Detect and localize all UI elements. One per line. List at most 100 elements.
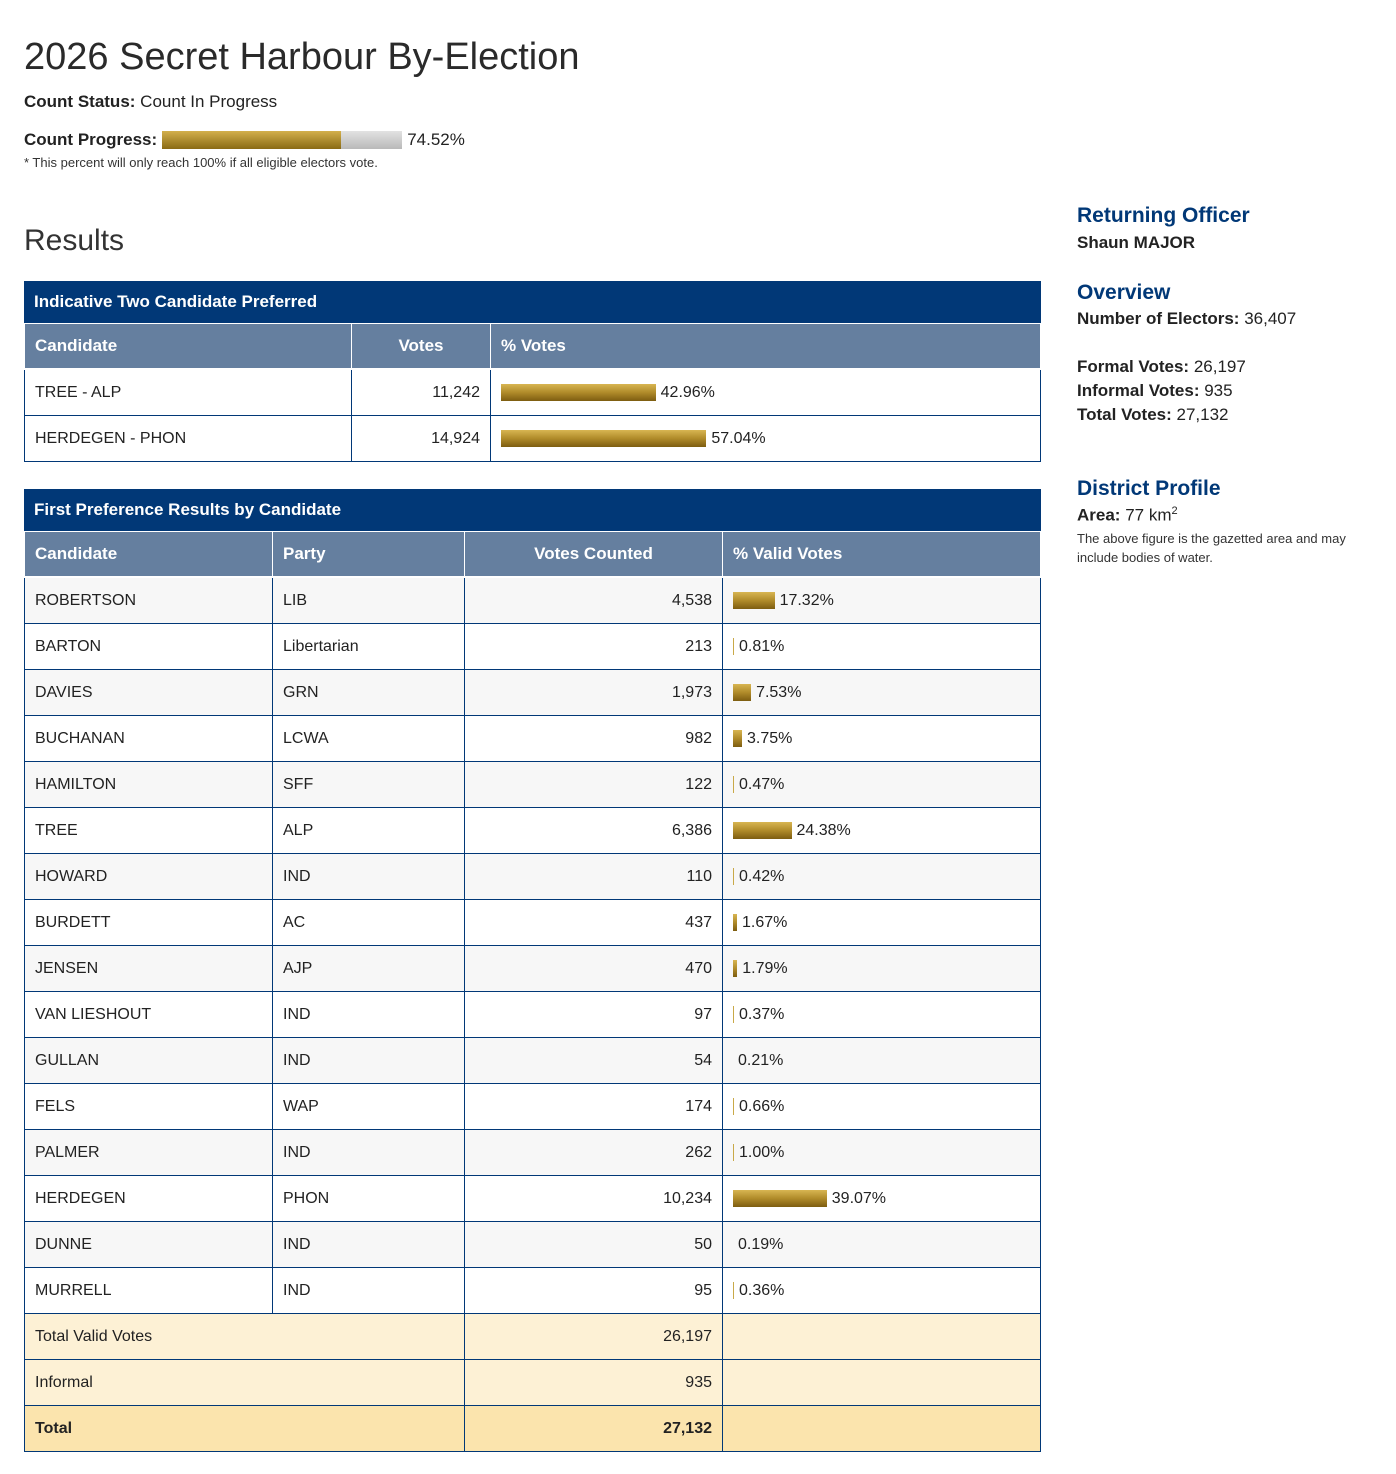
pct-bar-wrap: 3.75% xyxy=(733,730,1030,748)
count-progress-text: 74.52% xyxy=(407,130,465,149)
fp-party: AJP xyxy=(272,945,465,992)
fp-total-row: Informal 935 xyxy=(24,1359,1041,1406)
pct-bar-wrap: 17.32% xyxy=(733,592,1030,610)
informal-value: 935 xyxy=(1204,381,1233,400)
fp-votes: 10,234 xyxy=(464,1175,723,1222)
pct-bar xyxy=(733,1006,734,1023)
fp-pct: 0.36% xyxy=(722,1267,1041,1314)
fp-votes: 470 xyxy=(464,945,723,992)
fp-header-votes: Votes Counted xyxy=(464,531,723,578)
fp-votes: 50 xyxy=(464,1221,723,1268)
tcp-header-candidate: Candidate xyxy=(24,323,352,370)
pct-bar-wrap: 0.81% xyxy=(733,638,1030,656)
fp-candidate: FELS xyxy=(24,1083,273,1130)
fp-votes: 1,973 xyxy=(464,669,723,716)
area-label: Area: xyxy=(1077,505,1121,525)
fp-party: SFF xyxy=(272,761,465,808)
pct-bar-wrap: 1.67% xyxy=(733,914,1030,932)
pct-text: 17.32% xyxy=(779,591,834,609)
count-progress-fill xyxy=(162,131,342,149)
fp-votes: 97 xyxy=(464,991,723,1038)
fp-pct: 0.37% xyxy=(722,991,1041,1038)
fp-party: IND xyxy=(272,1129,465,1176)
pct-bar-wrap: 0.37% xyxy=(733,1006,1030,1024)
tcp-header-pct: % Votes xyxy=(490,323,1041,370)
fp-votes: 122 xyxy=(464,761,723,808)
pct-bar-wrap: 7.53% xyxy=(733,684,1030,702)
fp-party: IND xyxy=(272,853,465,900)
fp-total-empty xyxy=(722,1359,1041,1406)
tcp-candidate: TREE - ALP xyxy=(24,368,352,416)
tcp-candidate: HERDEGEN - PHON xyxy=(24,415,352,462)
fp-party: IND xyxy=(272,1221,465,1268)
pct-bar xyxy=(733,776,734,793)
fp-candidate: DAVIES xyxy=(24,669,273,716)
formal-line: Formal Votes: 26,197 xyxy=(1077,357,1246,377)
fp-party: WAP xyxy=(272,1083,465,1130)
fp-row: ROBERTSON LIB 4,538 17.32% xyxy=(24,576,1041,624)
fp-party: ALP xyxy=(272,807,465,854)
pct-bar-wrap: 0.66% xyxy=(733,1098,1030,1116)
fp-header-candidate: Candidate xyxy=(24,531,273,578)
fp-total-value: 935 xyxy=(464,1359,723,1406)
pct-bar-wrap: 0.21% xyxy=(733,1052,1030,1070)
fp-party: IND xyxy=(272,1267,465,1314)
tcp-votes: 11,242 xyxy=(351,368,491,416)
area-unit-superscript: 2 xyxy=(1171,505,1178,517)
pct-bar-wrap: 1.00% xyxy=(733,1144,1030,1162)
pct-bar xyxy=(733,592,775,609)
pct-bar xyxy=(733,914,737,931)
fp-pct: 1.67% xyxy=(722,899,1041,946)
fp-total-label: Informal xyxy=(24,1359,465,1406)
pct-bar xyxy=(733,638,734,655)
fp-total-value: 26,197 xyxy=(464,1313,723,1360)
fp-row: TREE ALP 6,386 24.38% xyxy=(24,807,1041,854)
pct-bar xyxy=(733,730,742,747)
fp-candidate: JENSEN xyxy=(24,945,273,992)
pct-bar xyxy=(501,384,656,401)
pct-bar xyxy=(733,822,792,839)
pct-text: 39.07% xyxy=(831,1189,887,1207)
pct-bar xyxy=(733,684,752,701)
pct-text: 0.36% xyxy=(739,1281,785,1299)
pct-text: 42.96% xyxy=(660,383,715,401)
fp-table: Candidate Party Votes Counted % Valid Vo… xyxy=(24,531,1041,1452)
fp-pct: 7.53% xyxy=(722,669,1041,716)
fp-row: DAVIES GRN 1,973 7.53% xyxy=(24,669,1041,716)
area-line: Area: 77 km2 xyxy=(1077,505,1178,526)
tcp-caption: Indicative Two Candidate Preferred xyxy=(24,281,1041,323)
count-status-label: Count Status: xyxy=(24,92,136,111)
fp-pct: 0.21% xyxy=(722,1037,1041,1084)
pct-bar-wrap: 42.96% xyxy=(501,384,1030,402)
fp-candidate: BURDETT xyxy=(24,899,273,946)
count-progress: Count Progress: 74.52% xyxy=(24,130,465,150)
tcp-pct: 42.96% xyxy=(490,368,1041,416)
pct-bar-wrap: 0.36% xyxy=(733,1282,1030,1300)
pct-bar xyxy=(733,868,734,885)
fp-votes: 437 xyxy=(464,899,723,946)
fp-pct: 24.38% xyxy=(722,807,1041,854)
pct-text: 1.00% xyxy=(739,1143,785,1161)
fp-total-value: 27,132 xyxy=(464,1405,723,1452)
total-value: 27,132 xyxy=(1176,405,1229,424)
count-progress-label: Count Progress: xyxy=(24,130,158,149)
pct-bar-wrap: 1.79% xyxy=(733,960,1030,978)
fp-party: LIB xyxy=(272,576,465,624)
area-value: 77 km xyxy=(1125,505,1172,525)
fp-header-party: Party xyxy=(272,531,465,578)
fp-row: DUNNE IND 50 0.19% xyxy=(24,1221,1041,1268)
fp-total-label: Total Valid Votes xyxy=(24,1313,465,1360)
fp-total-row: Total Valid Votes 26,197 xyxy=(24,1313,1041,1360)
pct-bar xyxy=(733,1282,734,1299)
fp-party: IND xyxy=(272,1037,465,1084)
count-status-value: Count In Progress xyxy=(140,92,278,111)
fp-votes: 4,538 xyxy=(464,576,723,624)
pct-text: 0.42% xyxy=(739,867,785,885)
pct-bar xyxy=(733,1098,734,1115)
fp-pct: 0.47% xyxy=(722,761,1041,808)
fp-candidate: VAN LIESHOUT xyxy=(24,991,273,1038)
tcp-votes: 14,924 xyxy=(351,415,491,462)
fp-row: HERDEGEN PHON 10,234 39.07% xyxy=(24,1175,1041,1222)
pct-text: 0.66% xyxy=(739,1097,785,1115)
fp-row: MURRELL IND 95 0.36% xyxy=(24,1267,1041,1314)
